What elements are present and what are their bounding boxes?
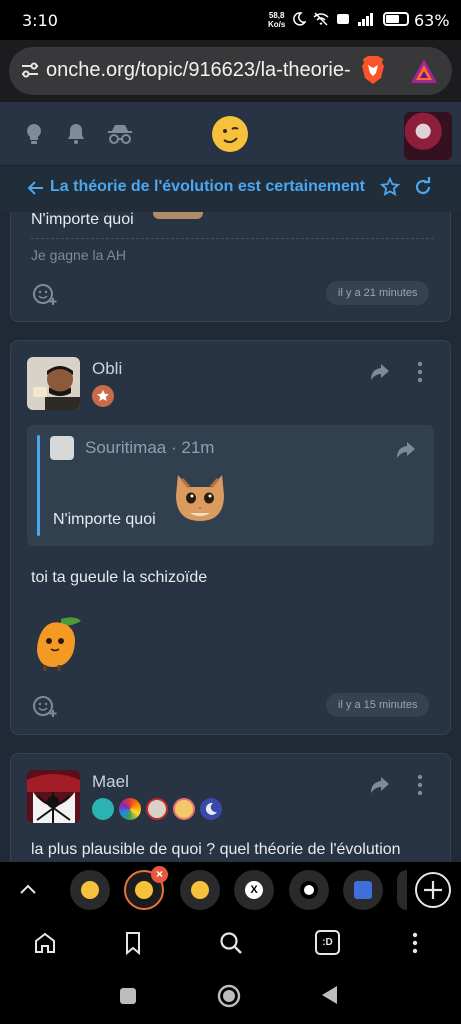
system-nav-bar — [0, 970, 461, 1024]
user-avatar[interactable] — [404, 112, 452, 160]
more-options-icon[interactable] — [417, 774, 423, 796]
search-icon[interactable] — [218, 930, 244, 956]
menu-more-icon[interactable] — [402, 930, 428, 956]
mango-sticker-image — [37, 617, 81, 671]
battery-icon — [383, 12, 409, 26]
favicon-globe-icon — [300, 881, 318, 899]
moon-icon — [293, 12, 307, 26]
post-time: il y a 21 minutes — [326, 281, 430, 305]
lightbulb-icon[interactable] — [22, 122, 46, 146]
quote-bar — [37, 435, 40, 536]
post-text: toi ta gueule la schizoïde — [31, 569, 208, 586]
volte-icon — [336, 14, 349, 25]
battery-percent: 63% — [414, 11, 450, 30]
favicon-smiley-icon — [81, 881, 99, 899]
post-card: Obli Souritimaa · 21m N'importe quoi toi… — [10, 340, 451, 735]
favicon-smiley-icon — [191, 881, 209, 899]
favicon-smiley-icon — [135, 881, 153, 899]
status-bar: 3:10 58,8 Ko/s 63% — [0, 0, 461, 40]
topic-title-bar: La théorie de l'évolution est certaineme… — [0, 166, 461, 212]
post-author-avatar[interactable] — [27, 770, 80, 823]
site-header — [0, 102, 461, 166]
wifi-off-icon — [313, 12, 329, 26]
tab-globe[interactable] — [289, 870, 329, 910]
x-logo-icon: X — [245, 881, 263, 899]
badge-girl-icon — [173, 798, 195, 820]
site-settings-icon[interactable] — [19, 59, 41, 81]
badge-stars-icon — [92, 798, 114, 820]
more-options-icon[interactable] — [417, 361, 423, 383]
star-icon[interactable] — [380, 177, 400, 197]
post-text: la plus plausible de quoi ? quel théorie… — [31, 841, 401, 858]
rank-badge-icon — [92, 385, 114, 407]
tab-doc[interactable] — [343, 870, 383, 910]
quote-author: Souritimaa · 21m — [85, 438, 215, 457]
url-field[interactable]: onche.org/topic/916623/la-theorie-de — [9, 47, 452, 95]
brave-shields-icon[interactable] — [359, 55, 387, 85]
browser-toolbar: :D — [0, 918, 461, 970]
leo-chat-button[interactable]: :D — [315, 930, 340, 955]
badge-character-icon — [146, 798, 168, 820]
back-nav-icon[interactable] — [320, 985, 338, 1005]
tab-x[interactable]: X — [234, 870, 274, 910]
post-author-name[interactable]: Mael — [92, 772, 129, 792]
post-card: Mael la plus plausible de quoi ? quel th… — [10, 753, 451, 862]
new-tab-button[interactable] — [415, 872, 451, 908]
site-logo-smiley-icon[interactable] — [212, 116, 248, 152]
add-reaction-icon[interactable] — [32, 281, 58, 307]
incognito-icon[interactable] — [106, 122, 134, 146]
chevron-up-icon[interactable] — [18, 880, 38, 900]
recents-icon[interactable] — [119, 987, 137, 1005]
post-signature: Je gagne la AH — [31, 247, 126, 263]
close-tab-icon[interactable]: × — [151, 866, 168, 883]
tab-partial[interactable] — [397, 870, 407, 910]
browser-address-bar: onche.org/topic/916623/la-theorie-de — [0, 40, 461, 102]
post-card: N'importe quoi Je gagne la AH il y a 21 … — [10, 212, 451, 322]
refresh-icon[interactable] — [413, 177, 433, 197]
signal-icon — [357, 13, 373, 27]
topic-title[interactable]: La théorie de l'évolution est certaineme… — [50, 178, 372, 196]
home-icon[interactable] — [32, 930, 58, 956]
quoted-message[interactable]: Souritimaa · 21m N'importe quoi — [27, 425, 434, 546]
status-icons — [292, 10, 375, 27]
tab-onche-1[interactable] — [70, 870, 110, 910]
badge-rainbow-icon — [119, 798, 141, 820]
posts-list: N'importe quoi Je gagne la AH il y a 21 … — [0, 212, 461, 862]
quote-text: N'importe quoi — [53, 511, 156, 528]
share-icon[interactable] — [369, 774, 391, 796]
network-speed: 58,8 Ko/s — [268, 11, 286, 29]
clock: 3:10 — [22, 11, 58, 30]
badge-moon-icon — [200, 798, 222, 820]
back-arrow-icon[interactable] — [27, 179, 45, 197]
quote-author-avatar — [50, 436, 74, 460]
url-text[interactable]: onche.org/topic/916623/la-theorie-de — [46, 59, 351, 82]
tab-onche-3[interactable] — [180, 870, 220, 910]
signature-divider — [31, 238, 434, 239]
favicon-doc-icon — [354, 881, 372, 899]
bell-icon[interactable] — [64, 122, 88, 146]
cat-sticker-image — [176, 475, 224, 521]
share-icon[interactable] — [369, 361, 391, 383]
quote-share-icon[interactable] — [395, 439, 417, 461]
post-author-name[interactable]: Obli — [92, 359, 122, 379]
home-nav-icon[interactable] — [217, 984, 241, 1008]
cat-sticker-image — [153, 212, 203, 219]
post-time: il y a 15 minutes — [326, 693, 430, 717]
add-reaction-icon[interactable] — [32, 693, 58, 719]
post-text: N'importe quoi — [31, 212, 134, 228]
tab-strip: × X — [0, 862, 461, 918]
post-author-avatar[interactable] — [27, 357, 80, 410]
brave-rewards-icon[interactable] — [409, 57, 439, 85]
bookmark-icon[interactable] — [120, 930, 146, 956]
